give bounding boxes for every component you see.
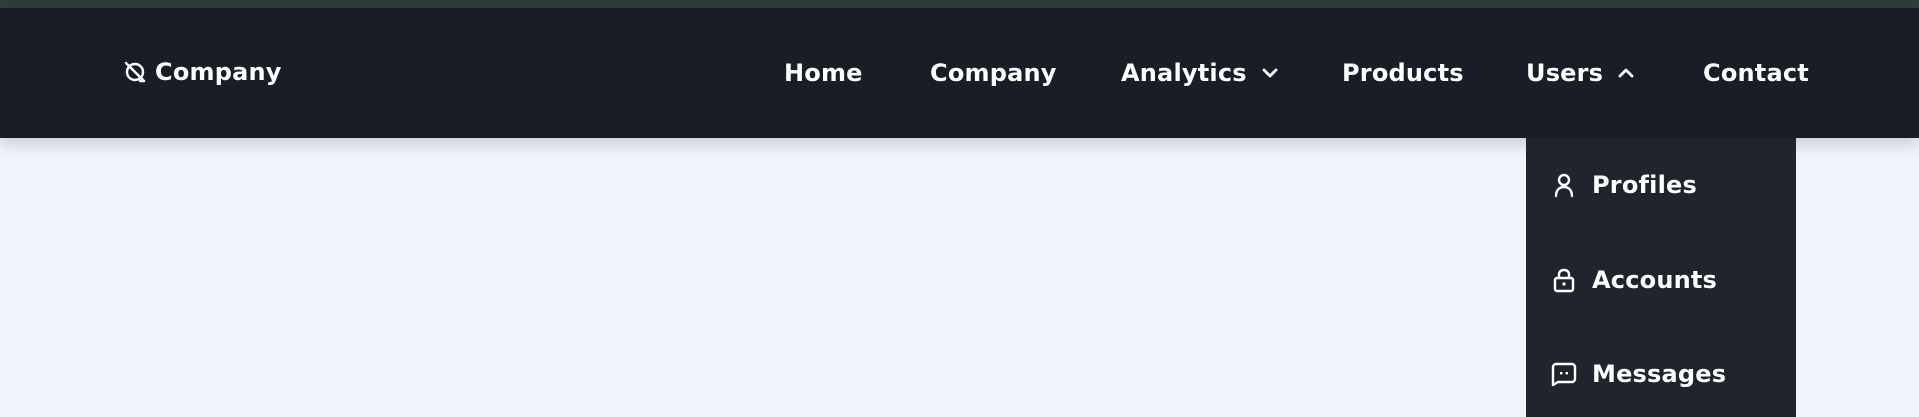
nav-products-label: Products	[1342, 59, 1464, 87]
nav-contact-label: Contact	[1703, 59, 1809, 87]
user-icon	[1550, 171, 1578, 199]
menu-item-accounts-label: Accounts	[1592, 266, 1718, 294]
nav-company-label: Company	[930, 59, 1057, 87]
nav-analytics[interactable]: Analytics	[1121, 58, 1279, 88]
lock-icon	[1550, 266, 1578, 294]
menu-item-profiles[interactable]: Profiles	[1526, 155, 1796, 215]
nav-contact[interactable]: Contact	[1703, 58, 1809, 88]
nav-home[interactable]: Home	[784, 58, 863, 88]
menu-item-messages-label: Messages	[1592, 360, 1727, 388]
users-dropdown-menu: Profiles Accounts Messages	[1526, 138, 1796, 417]
nav-analytics-label: Analytics	[1121, 59, 1247, 87]
nav-company[interactable]: Company	[930, 58, 1057, 88]
top-navbar: Company Home Company Analytics Products …	[0, 8, 1919, 138]
chevron-up-icon	[1617, 64, 1635, 82]
planet-icon	[122, 59, 148, 85]
window-top-strip	[0, 0, 1919, 8]
nav-home-label: Home	[784, 59, 863, 87]
brand-name: Company	[155, 58, 282, 86]
menu-item-profiles-label: Profiles	[1592, 171, 1697, 199]
brand-link[interactable]: Company	[122, 58, 282, 86]
chevron-down-icon	[1261, 64, 1279, 82]
menu-item-accounts[interactable]: Accounts	[1526, 250, 1796, 310]
message-icon	[1550, 360, 1578, 388]
nav-products[interactable]: Products	[1342, 58, 1464, 88]
menu-item-messages[interactable]: Messages	[1526, 344, 1796, 404]
nav-users[interactable]: Users	[1526, 58, 1635, 88]
nav-users-label: Users	[1526, 59, 1604, 87]
